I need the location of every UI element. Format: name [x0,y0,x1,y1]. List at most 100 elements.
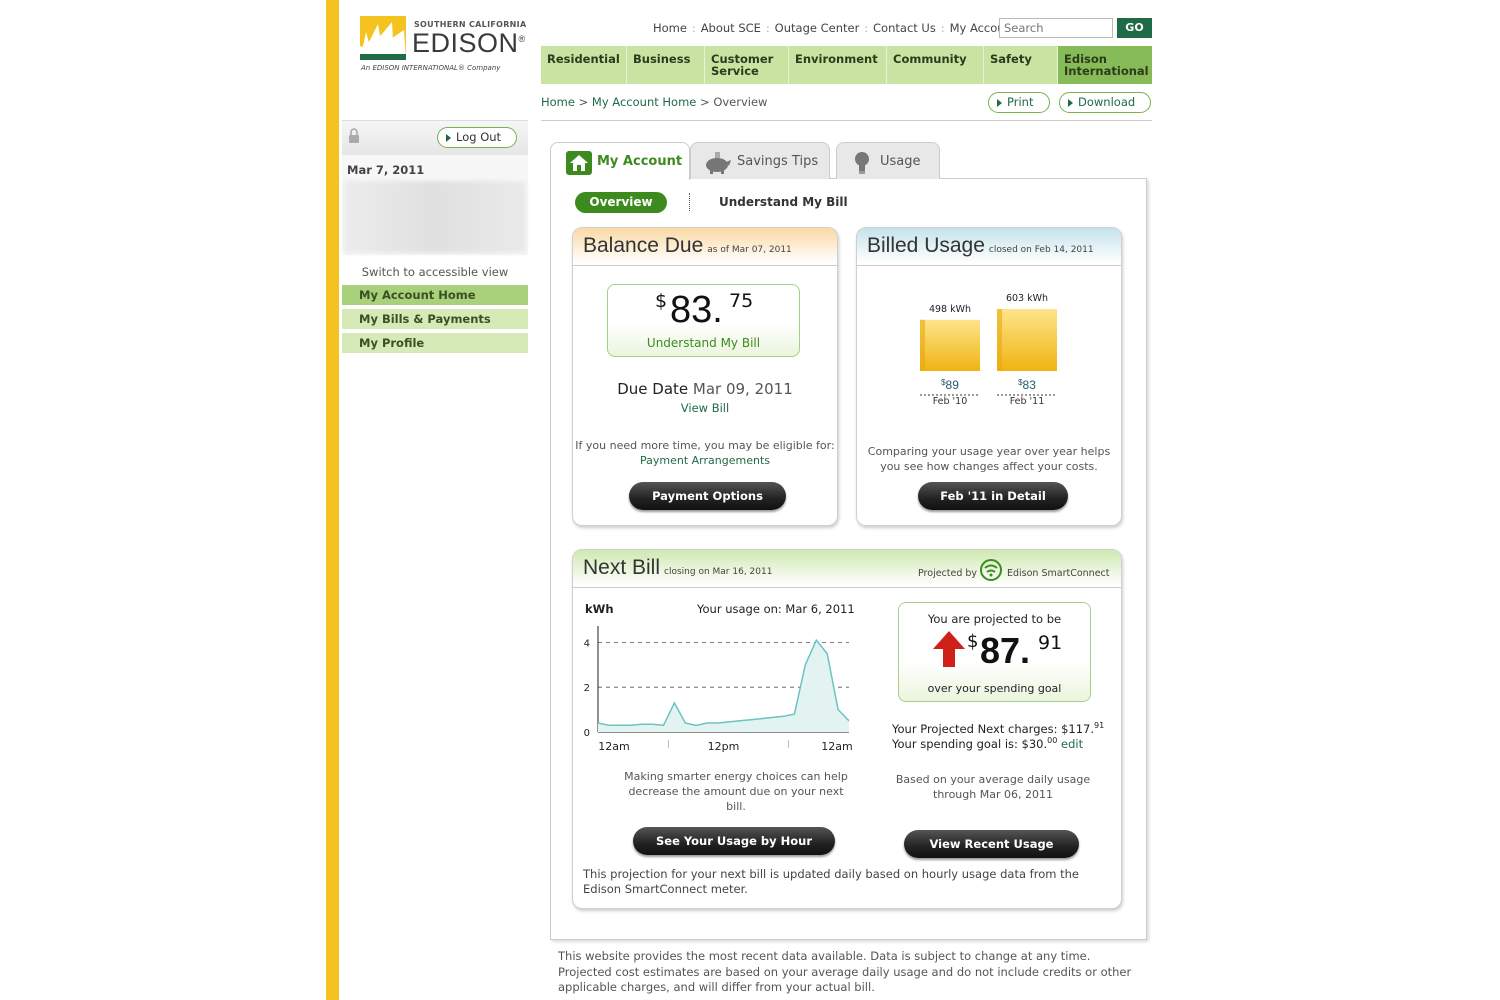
x-tick-label: 12pm [708,740,740,753]
projection-cents: 91 [1038,632,1063,654]
nav-residential[interactable]: Residential [541,46,627,84]
x-tick-label: 12am [821,740,852,753]
bar-kwh-label: 498 kWh [929,304,971,315]
projection-dollars: 87. [980,630,1031,671]
breadcrumb-separator: > [578,95,589,109]
toplink-home[interactable]: Home [653,21,687,35]
edit-goal-link[interactable]: edit [1061,737,1083,751]
balance-title: Balance Due as of Mar 07, 2011 [583,234,792,257]
sidebar-menu: My Account Home My Bills & Payments My P… [342,285,528,357]
nav-environment[interactable]: Environment [789,46,887,84]
search-go-button[interactable]: GO [1117,18,1152,38]
more-time-text: If you need more time, you may be eligib… [575,439,835,452]
view-bill-link[interactable]: View Bill [573,401,837,415]
understand-bill-link[interactable]: Understand My Bill [608,336,799,350]
breadcrumb: Home > My Account Home > Overview [541,95,767,109]
projection-top-text: You are projected to be [927,612,1062,626]
tab-savings-tips[interactable]: Savings Tips [690,142,830,179]
brand-color-bar [326,0,339,1000]
toplink-about[interactable]: About SCE [701,21,761,35]
tab-my-account[interactable]: My Account [550,142,690,180]
bar-cost-label: $89 [941,378,959,392]
y-tick-label: 0 [584,728,590,739]
based-on-text: Based on your average daily usage throug… [895,773,1091,801]
play-arrow-icon [1068,99,1073,107]
y-tick-label: 2 [584,683,590,694]
usage-bar [920,319,980,371]
sidebar-item-profile[interactable]: My Profile [342,333,528,353]
breadcrumb-home[interactable]: Home [541,95,575,109]
download-button[interactable]: Download [1059,92,1151,113]
y-tick-label: 4 [584,638,590,649]
link-separator: : [691,21,696,35]
bar-period-label: Feb '10 [933,396,968,407]
balance-amount-box[interactable]: $ 83. 75 Understand My Bill [607,284,800,357]
billed-usage-chart: 498 kWh $89 Feb '10 603 kWh $83 Feb '11 [920,293,1057,407]
print-button[interactable]: Print [988,92,1050,113]
usage-area [598,640,849,732]
breadcrumb-current: Overview [713,95,768,109]
billed-usage-card: Billed Usage closed on Feb 14, 2011 498 k… [856,227,1122,526]
balance-cents: 75 [729,290,754,312]
subtab-overview[interactable]: Overview [575,192,667,213]
chart-title: Your usage on: Mar 6, 2011 [697,602,855,616]
tab-usage[interactable]: Usage [836,142,940,179]
toplink-contact[interactable]: Contact Us [873,21,936,35]
chart-unit-label: kWh [585,602,614,616]
subtab-understand-bill[interactable]: Understand My Bill [719,195,848,209]
nav-customer-service[interactable]: Customer Service [705,46,789,84]
cost-value: 89 [946,378,960,392]
balance-due-card: Balance Due as of Mar 07, 2011 $ 83. 75 U… [572,227,838,526]
up-arrow-icon [933,631,965,667]
due-date-line: Due Date Mar 09, 2011 [617,380,793,398]
cost-value: 83 [1023,378,1037,392]
brand-subtitle: An EDISON INTERNATIONAL® Company [361,64,501,72]
sun-logo-icon [360,16,406,60]
logout-button[interactable]: Log Out [437,127,517,148]
accessible-view-link[interactable]: Switch to accessible view [342,265,528,279]
payment-arrangements-link[interactable]: Payment Arrangements [573,454,837,467]
breadcrumb-separator: > [700,95,710,109]
balance-dollars: 83. [670,289,723,331]
link-separator: : [765,21,770,35]
view-recent-usage-button[interactable]: View Recent Usage [904,830,1079,858]
nav-edison-international[interactable]: Edison International [1058,46,1152,84]
toplink-outage[interactable]: Outage Center [775,21,860,35]
next-bill-title: Next Bill closing on Mar 16, 2011 [583,556,773,579]
sidebar-item-my-account-home[interactable]: My Account Home [342,285,528,305]
account-info-panel: Mar 7, 2011 [342,155,528,255]
sidebar-item-bills-payments[interactable]: My Bills & Payments [342,309,528,329]
bar-cost-label: $83 [1018,378,1036,392]
billed-usage-note: Comparing your usage year over year help… [867,445,1111,473]
play-arrow-icon [997,99,1002,107]
projected-by-label: Projected by [918,568,978,579]
brand-name: EDISON® [412,28,526,58]
breadcrumb-account[interactable]: My Account Home [592,95,696,109]
card-header: Billed Usage closed on Feb 14, 2011 [857,228,1121,266]
feb-detail-button[interactable]: Feb '11 in Detail [918,482,1068,510]
lightbulb-icon [855,152,869,174]
piggy-bank-icon [706,152,731,174]
billed-title: Billed Usage closed on Feb 14, 2011 [867,234,1094,257]
edison-logo[interactable]: SOUTHERN CALIFORNIA EDISON® An EDISON IN… [360,16,530,78]
spending-goal: Your spending goal is: $30.00 edit [892,736,1084,751]
disclaimer-text: This website provides the most recent da… [558,949,1132,994]
projection-bottom-text: over your spending goal [927,682,1062,695]
subtab-separator [689,193,690,211]
payment-options-button[interactable]: Payment Options [629,482,786,510]
link-separator: : [940,21,945,35]
nav-safety[interactable]: Safety [984,46,1058,84]
nav-business[interactable]: Business [627,46,705,84]
redacted-account-info [344,181,526,253]
projection-footer-note: This projection for your next bill is up… [583,867,1079,896]
smarter-choices-text: Making smarter energy choices can help d… [624,770,848,813]
currency-symbol: $ [655,290,668,312]
nav-community[interactable]: Community [887,46,984,84]
usage-by-hour-button[interactable]: See Your Usage by Hour [633,827,835,855]
hourly-usage-chart: 0 2 4 12am 12pm 12am [584,626,853,753]
next-bill-card: Next Bill closing on Mar 16, 2011 Project… [572,549,1122,909]
x-tick-label: 12am [598,740,629,753]
search-input[interactable] [999,18,1113,38]
card-header: Balance Due as of Mar 07, 2011 [573,228,837,266]
projection-box: You are projected to be $ 87. 91 over yo… [898,602,1091,702]
